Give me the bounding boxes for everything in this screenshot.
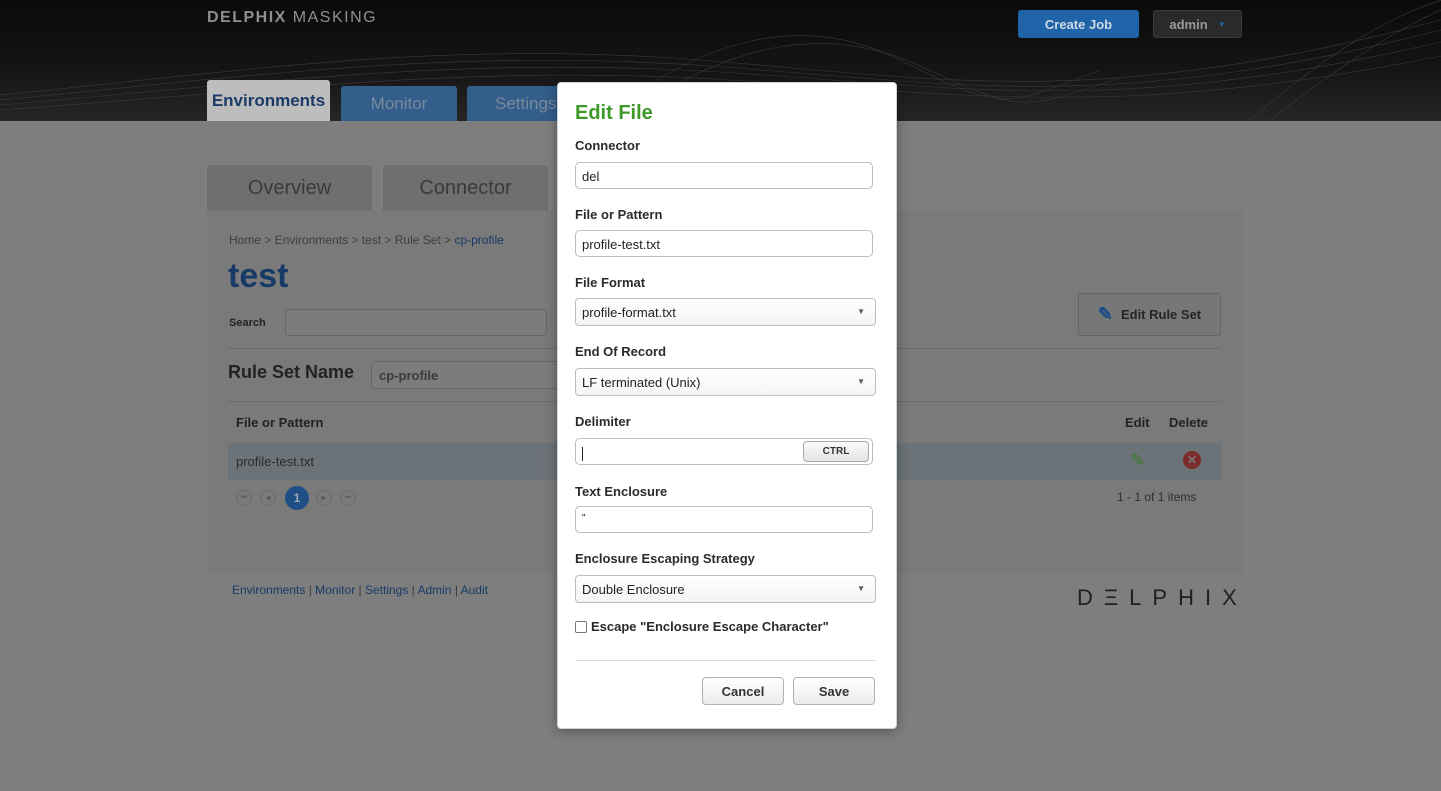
create-job-button[interactable]: Create Job: [1018, 10, 1139, 38]
column-header-delete: Delete: [1169, 415, 1209, 430]
app-logo: DELPHIX MASKING: [207, 9, 378, 26]
chevron-down-icon: ▼: [1217, 19, 1226, 29]
text-enclosure-label: Text Enclosure: [575, 484, 668, 499]
ctrl-button[interactable]: CTRL: [803, 441, 869, 462]
delete-icon[interactable]: ✕: [1183, 451, 1201, 469]
page-title: test: [228, 257, 289, 295]
edit-rule-set-button[interactable]: ✎ Edit Rule Set: [1078, 293, 1221, 336]
escaping-strategy-label: Enclosure Escaping Strategy: [575, 551, 755, 566]
file-pattern-label: File or Pattern: [575, 207, 663, 222]
edit-file-dialog: Edit File Connector del File or Pattern …: [557, 82, 897, 729]
text-cursor: [582, 446, 583, 461]
file-pattern-input[interactable]: profile-test.txt: [575, 230, 873, 257]
save-button[interactable]: Save: [793, 677, 875, 705]
rule-set-name-label: Rule Set Name: [228, 362, 355, 382]
end-of-record-value: LF terminated (Unix): [582, 375, 701, 390]
dropdown-arrow-icon: ▼: [857, 377, 865, 386]
page-number-current[interactable]: 1: [285, 486, 309, 510]
end-of-record-select[interactable]: LF terminated (Unix) ▼: [575, 368, 876, 396]
checkbox-box[interactable]: [575, 620, 587, 633]
text-enclosure-input[interactable]: ": [575, 506, 873, 533]
dropdown-arrow-icon: ▼: [857, 307, 865, 316]
last-page-icon[interactable]: ⏭: [340, 490, 356, 506]
file-format-label: File Format: [575, 275, 646, 290]
file-format-select[interactable]: profile-format.txt ▼: [575, 298, 876, 326]
footer-link-monitor[interactable]: Monitor: [315, 583, 355, 597]
breadcrumb-current[interactable]: cp-profile: [454, 233, 503, 247]
next-page-icon[interactable]: ▶: [316, 490, 332, 506]
pencil-icon: ✎: [1097, 304, 1113, 324]
search-label: Search: [229, 317, 266, 329]
prev-page-icon[interactable]: ◀: [260, 490, 276, 506]
delimiter-input[interactable]: CTRL: [575, 438, 873, 465]
first-page-icon[interactable]: ⏮: [236, 490, 252, 506]
dialog-divider: [575, 660, 876, 661]
delimiter-label: Delimiter: [575, 414, 631, 429]
subtab-overview[interactable]: Overview: [207, 165, 372, 211]
pagination-summary: 1 - 1 of 1 items: [1117, 490, 1197, 504]
user-name: admin: [1169, 16, 1208, 32]
column-header-file: File or Pattern: [236, 415, 324, 430]
edit-pencil-icon[interactable]: ✎: [1130, 450, 1145, 471]
escaping-strategy-select[interactable]: Double Enclosure ▼: [575, 575, 876, 603]
dialog-title: Edit File: [575, 102, 653, 124]
escaping-strategy-value: Double Enclosure: [582, 582, 685, 597]
connector-input[interactable]: del: [575, 162, 873, 189]
end-of-record-label: End Of Record: [575, 344, 667, 359]
footer-link-admin[interactable]: Admin: [417, 583, 451, 597]
footer-brand-logo: DΞLPHIX: [1077, 585, 1248, 610]
file-format-value: profile-format.txt: [582, 305, 676, 320]
escape-character-label: Escape "Enclosure Escape Character": [591, 619, 829, 634]
row-file-name: profile-test.txt: [236, 454, 315, 469]
rule-set-name-input[interactable]: cp-profile: [371, 361, 561, 389]
escape-character-checkbox[interactable]: Escape "Enclosure Escape Character": [575, 619, 829, 634]
cancel-button[interactable]: Cancel: [702, 677, 784, 705]
breadcrumb: Home > Environments > test > Rule Set > …: [229, 233, 504, 247]
dropdown-arrow-icon: ▼: [857, 584, 865, 593]
footer-link-settings[interactable]: Settings: [365, 583, 408, 597]
footer-link-audit[interactable]: Audit: [461, 583, 488, 597]
tab-environments[interactable]: Environments: [207, 80, 330, 121]
user-menu[interactable]: admin ▼: [1153, 10, 1242, 38]
footer-link-environments[interactable]: Environments: [232, 583, 305, 597]
search-input[interactable]: [285, 309, 547, 336]
column-header-edit: Edit: [1125, 415, 1150, 430]
edit-rule-set-label: Edit Rule Set: [1120, 307, 1202, 322]
tab-monitor[interactable]: Monitor: [341, 86, 457, 121]
connector-label: Connector: [575, 138, 640, 153]
footer-links: Environments | Monitor | Settings | Admi…: [232, 583, 488, 597]
subtab-connector[interactable]: Connector: [383, 165, 548, 211]
